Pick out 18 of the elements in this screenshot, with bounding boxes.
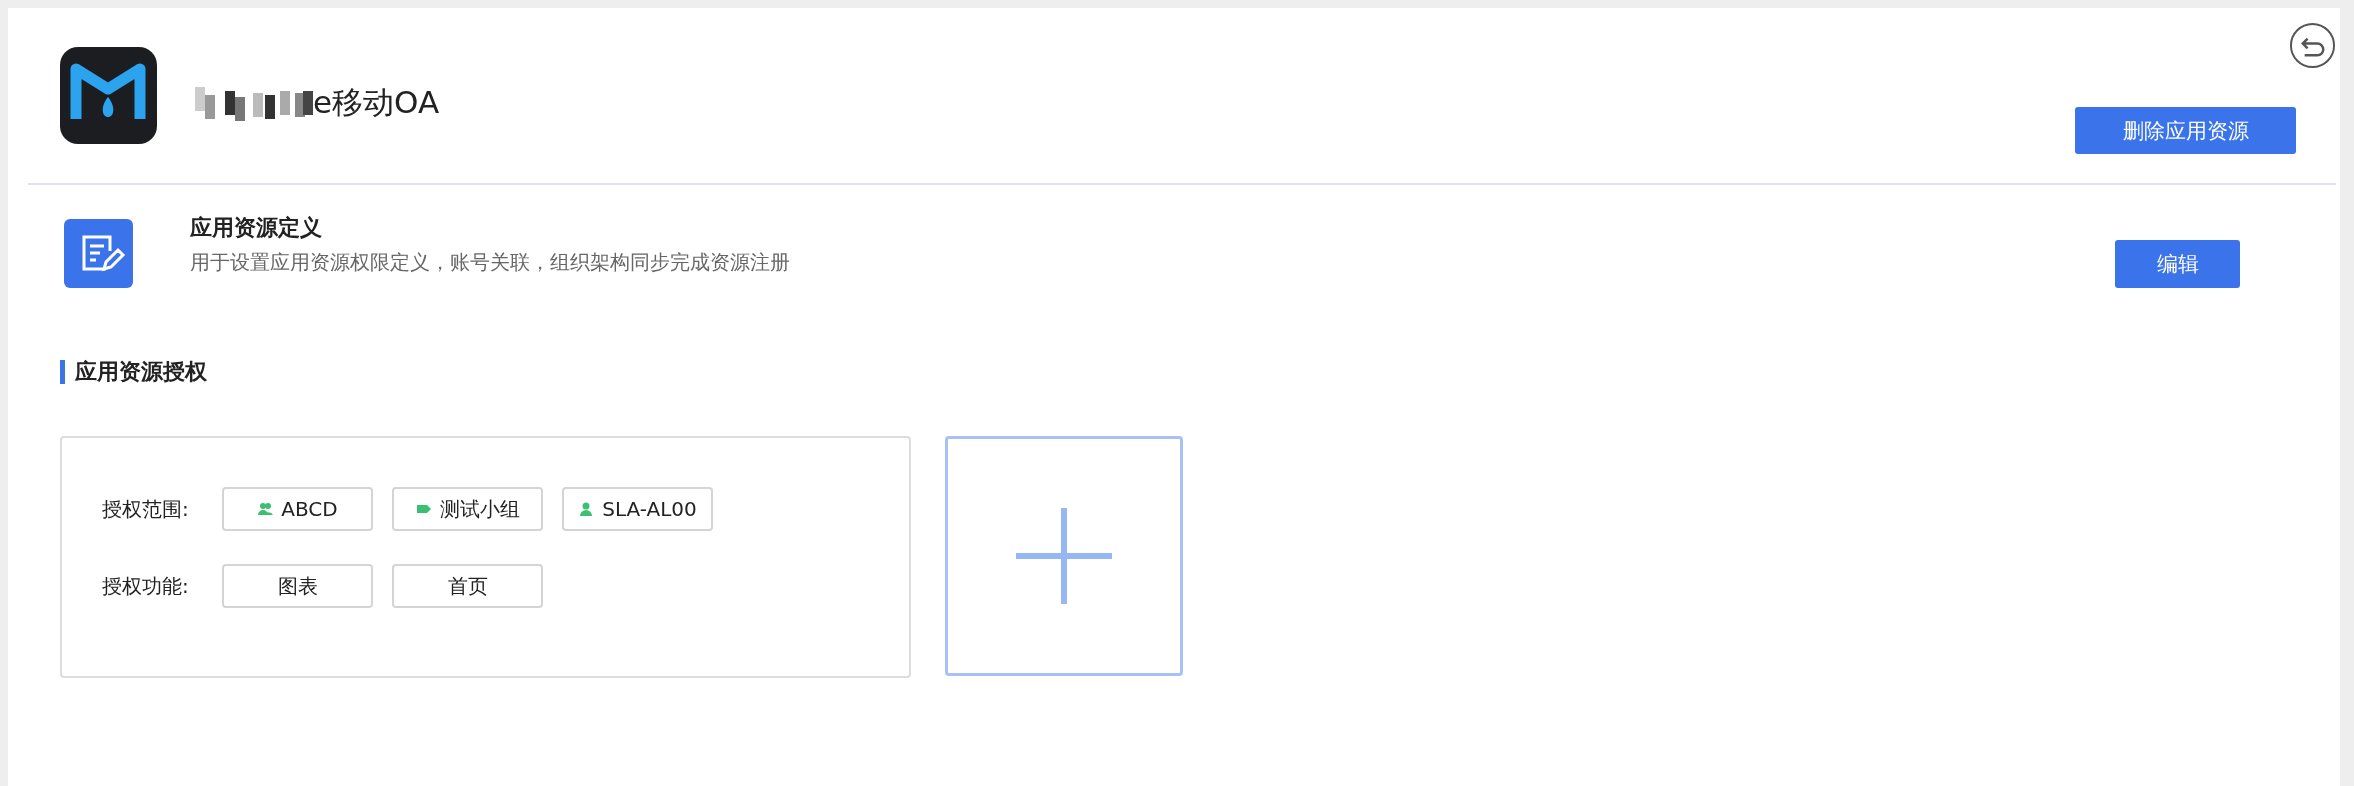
section-heading: 应用资源授权 <box>60 360 2340 384</box>
scope-chip: SLA-AL00 <box>562 487 713 531</box>
person-icon <box>578 501 595 517</box>
plus-icon <box>1016 508 1112 604</box>
scope-chip: ABCD <box>222 487 373 531</box>
field-label: 授权范围: <box>102 495 190 523</box>
scope-chip: 首页 <box>392 564 543 608</box>
undo-icon[interactable] <box>2289 22 2336 69</box>
definition-title: 应用资源定义 <box>190 213 323 242</box>
document-edit-icon <box>64 218 133 288</box>
edit-button[interactable]: 编辑 <box>2115 240 2240 288</box>
definition-description: 用于设置应用资源权限定义，账号关联，组织架构同步完成资源注册 <box>190 248 791 276</box>
scope-chip: 图表 <box>222 564 373 608</box>
people-icon <box>257 501 274 517</box>
scope-chip: 测试小组 <box>392 487 543 531</box>
app-name: e移动OA <box>313 82 440 122</box>
delete-button[interactable]: 删除应用资源 <box>2075 107 2296 154</box>
field-label: 授权功能: <box>102 572 190 600</box>
